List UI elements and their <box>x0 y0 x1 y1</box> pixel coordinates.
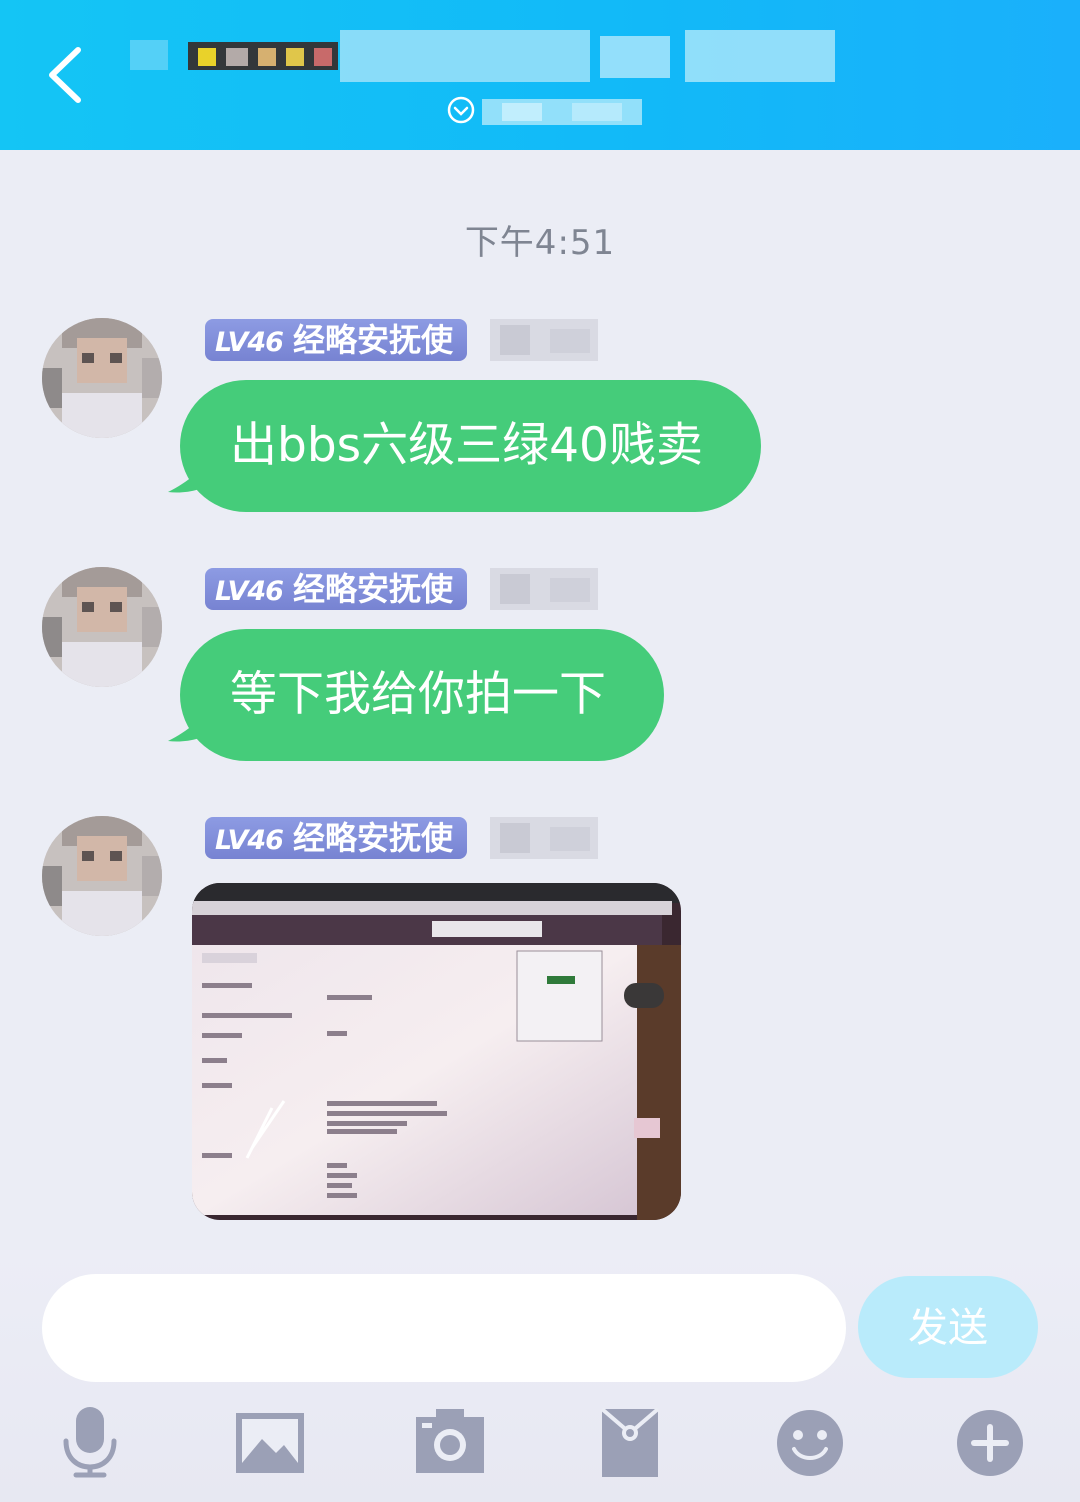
subtitle-redacted <box>482 99 642 125</box>
chevron-down-circle-icon <box>447 96 475 124</box>
sender-level-badge: LV46 经略安抚使 <box>205 568 467 610</box>
camera-icon[interactable] <box>412 1405 488 1481</box>
message-bubble[interactable]: 等下我给你拍一下 <box>180 629 664 761</box>
chat-subtitle[interactable] <box>446 95 646 125</box>
back-arrow-icon[interactable] <box>38 40 98 110</box>
message-timestamp: 下午4:51 <box>464 223 616 263</box>
emoji-icon[interactable] <box>772 1405 848 1481</box>
red-packet-icon[interactable] <box>592 1405 668 1481</box>
sender-name-redacted <box>490 319 598 361</box>
message-bubble[interactable]: 出bbs六级三绿40贱卖 <box>180 380 761 512</box>
sender-avatar[interactable] <box>42 318 162 438</box>
message-image[interactable] <box>192 883 681 1220</box>
message-input[interactable] <box>42 1274 846 1382</box>
chat-title-redacted[interactable] <box>130 30 835 82</box>
microphone-icon[interactable] <box>52 1405 128 1481</box>
composer: 发送 <box>0 1250 1080 1502</box>
sender-name-redacted <box>490 568 598 610</box>
chat-header <box>0 0 1080 150</box>
sender-avatar[interactable] <box>42 816 162 936</box>
plus-icon[interactable] <box>952 1405 1028 1481</box>
send-button[interactable]: 发送 <box>858 1276 1038 1378</box>
sender-level-badge: LV46 经略安抚使 <box>205 817 467 859</box>
sender-level-badge: LV46 经略安抚使 <box>205 319 467 361</box>
image-icon[interactable] <box>232 1405 308 1481</box>
sender-avatar[interactable] <box>42 567 162 687</box>
sender-name-redacted <box>490 817 598 859</box>
